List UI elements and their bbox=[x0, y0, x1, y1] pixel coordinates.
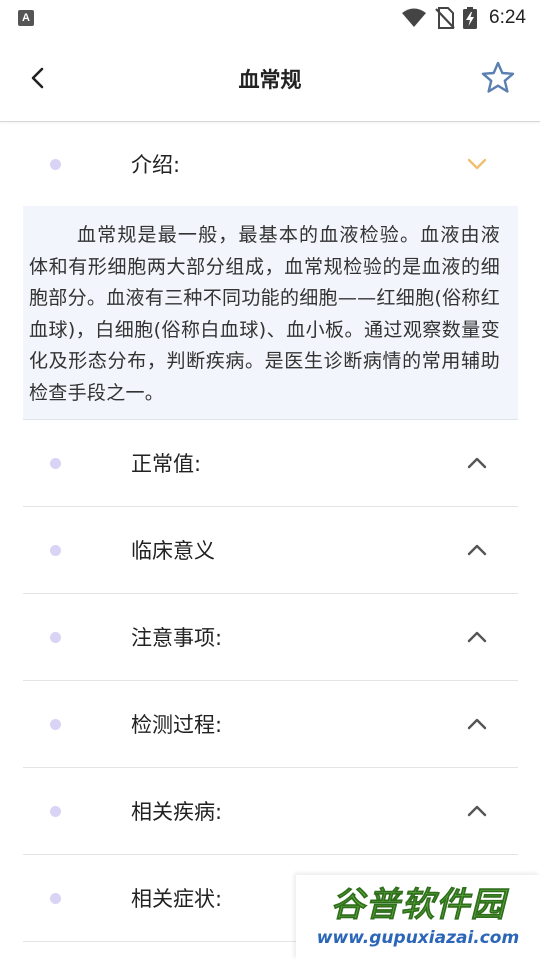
detail-content: 介绍: 血常规是最一般，最基本的血液检验。血液由液体和有形细胞两大部分组成，血常… bbox=[23, 122, 518, 942]
section-clinical-significance[interactable]: 临床意义 bbox=[23, 507, 518, 594]
chevron-down-icon[interactable] bbox=[466, 153, 488, 175]
wifi-icon bbox=[402, 8, 427, 27]
battery-charging-icon bbox=[463, 7, 478, 29]
section-related-diseases[interactable]: 相关疾病: bbox=[23, 768, 518, 855]
bullet-dot bbox=[50, 631, 61, 643]
bullet-dot bbox=[50, 158, 61, 170]
bullet-dot bbox=[50, 805, 61, 817]
section-normal-values[interactable]: 正常值: bbox=[23, 420, 518, 507]
bullet-dot bbox=[50, 892, 61, 904]
chevron-up-icon[interactable] bbox=[466, 539, 488, 561]
chevron-up-icon[interactable] bbox=[466, 626, 488, 648]
section-label: 检测过程: bbox=[131, 713, 223, 737]
section-label: 正常值: bbox=[131, 452, 202, 476]
status-bar: A 6:24 bbox=[0, 0, 540, 36]
bullet-dot bbox=[50, 457, 61, 469]
app-bar: 血常规 bbox=[0, 36, 540, 122]
intro-text: 血常规是最一般，最基本的血液检验。血液由液体和有形细胞两大部分组成，血常规检验的… bbox=[23, 206, 518, 420]
section-label: 注意事项: bbox=[131, 626, 223, 650]
section-intro-header[interactable]: 介绍: bbox=[23, 122, 518, 206]
chevron-up-icon[interactable] bbox=[466, 452, 488, 474]
status-time: 6:24 bbox=[489, 7, 526, 28]
watermark-title: 谷普软件园 bbox=[330, 884, 506, 925]
notification-app-icon: A bbox=[18, 10, 34, 26]
chevron-left-icon bbox=[31, 67, 44, 89]
section-label: 相关疾病: bbox=[131, 800, 223, 824]
section-label: 临床意义 bbox=[131, 539, 215, 563]
page-title: 血常规 bbox=[238, 67, 302, 92]
watermark-logo: 谷普软件园 www.gupuxiazai.com bbox=[296, 875, 540, 960]
no-sim-icon bbox=[435, 7, 455, 29]
back-button[interactable] bbox=[24, 64, 52, 92]
section-precautions[interactable]: 注意事项: bbox=[23, 594, 518, 681]
section-test-procedure[interactable]: 检测过程: bbox=[23, 681, 518, 768]
chevron-up-icon[interactable] bbox=[466, 800, 488, 822]
star-icon bbox=[481, 61, 515, 93]
bullet-dot bbox=[50, 544, 61, 556]
section-label: 介绍: bbox=[131, 153, 181, 177]
bullet-dot bbox=[50, 718, 61, 730]
watermark-url: www.gupuxiazai.com bbox=[316, 927, 520, 948]
favorite-button[interactable] bbox=[478, 58, 518, 98]
chevron-up-icon[interactable] bbox=[466, 713, 488, 735]
section-label: 相关症状: bbox=[131, 887, 223, 911]
